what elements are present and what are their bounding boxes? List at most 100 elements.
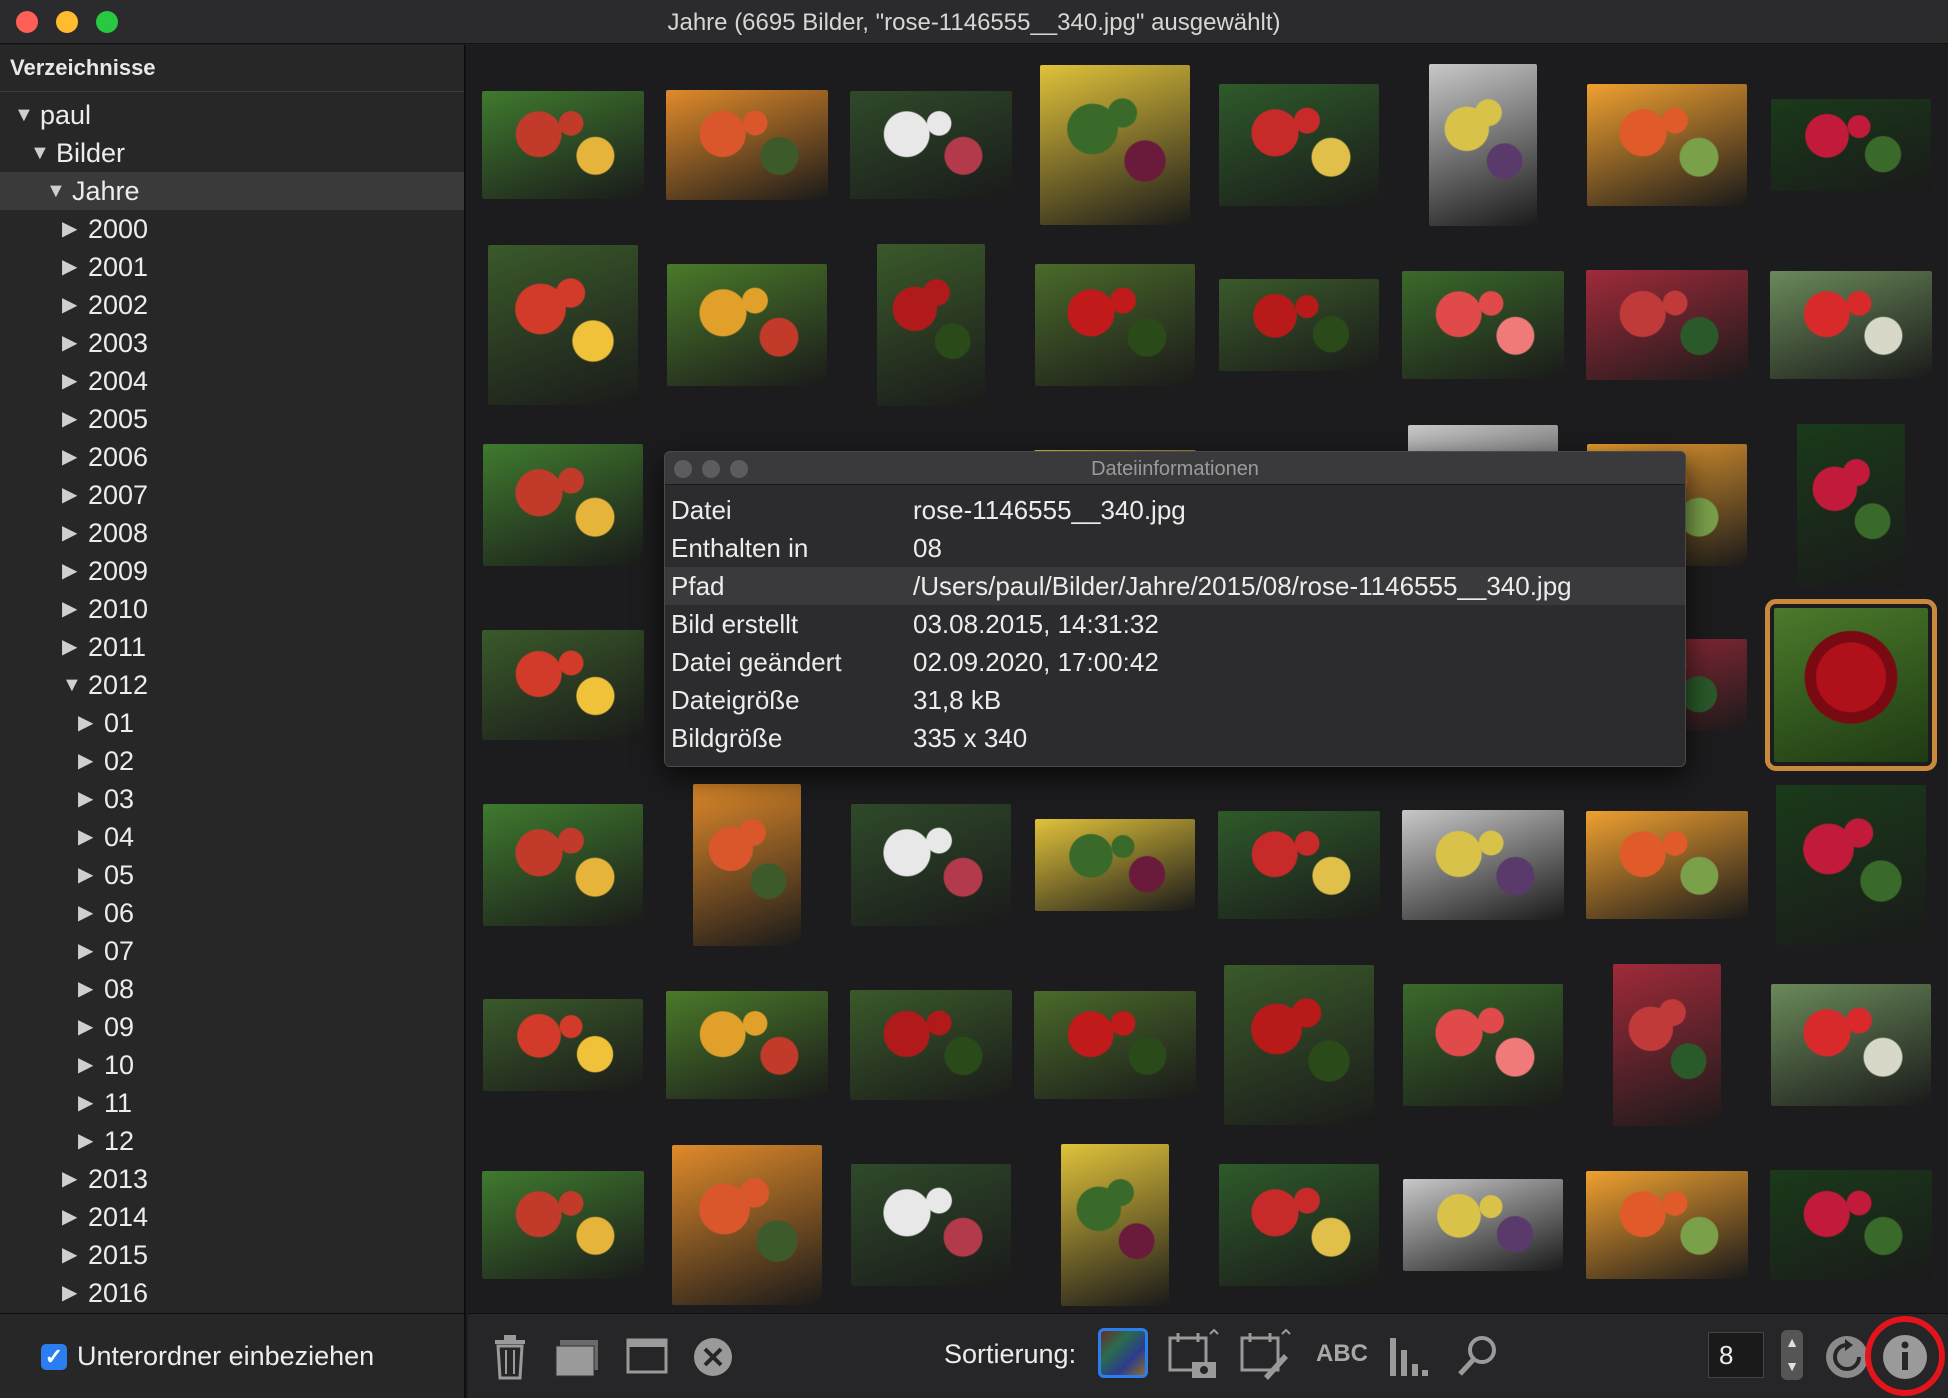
tree-item-2011[interactable]: ▶ 2011: [0, 628, 464, 666]
subfolder-checkbox[interactable]: ✓: [41, 1344, 67, 1370]
disclosure-expanded-icon[interactable]: ▼: [30, 134, 50, 172]
sort-color-icon[interactable]: [1098, 1328, 1148, 1378]
disclosure-collapsed-icon[interactable]: ▶: [62, 438, 82, 476]
photo-thumbnail[interactable]: [1771, 99, 1931, 191]
photo-thumbnail[interactable]: [1403, 984, 1563, 1106]
photo-thumbnail[interactable]: [1219, 1164, 1379, 1286]
tree-item-09[interactable]: ▶ 09: [0, 1008, 464, 1046]
photo-thumbnail[interactable]: [672, 1145, 822, 1305]
info-panel-titlebar[interactable]: Dateiinformationen: [665, 452, 1685, 485]
photo-thumbnail[interactable]: [1403, 1179, 1563, 1271]
disclosure-collapsed-icon[interactable]: ▶: [62, 590, 82, 628]
photo-thumbnail[interactable]: [1613, 964, 1721, 1126]
photo-thumbnail[interactable]: [1224, 965, 1374, 1125]
photo-thumbnail[interactable]: [1061, 1144, 1169, 1306]
tree-item-2007[interactable]: ▶ 2007: [0, 476, 464, 514]
photo-thumbnail[interactable]: [1219, 84, 1379, 206]
disclosure-expanded-icon[interactable]: ▼: [46, 172, 66, 210]
close-circle-icon[interactable]: [692, 1336, 734, 1378]
sort-date-modified-icon[interactable]: [1240, 1328, 1292, 1384]
photo-thumbnail[interactable]: [851, 804, 1011, 926]
tree-item-06[interactable]: ▶ 06: [0, 894, 464, 932]
photo-thumbnail[interactable]: [1586, 811, 1748, 919]
disclosure-collapsed-icon[interactable]: ▶: [62, 248, 82, 286]
columns-stepper[interactable]: ▲ ▼: [1781, 1330, 1803, 1380]
disclosure-collapsed-icon[interactable]: ▶: [62, 1274, 82, 1312]
tree-item-2000[interactable]: ▶ 2000: [0, 210, 464, 248]
tree-item-2003[interactable]: ▶ 2003: [0, 324, 464, 362]
disclosure-collapsed-icon[interactable]: ▶: [78, 970, 98, 1008]
tree-item-Bilder[interactable]: ▼ Bilder: [0, 134, 464, 172]
tree-item-paul[interactable]: ▼ paul: [0, 96, 464, 134]
tree-item-Jahre[interactable]: ▼ Jahre: [0, 172, 464, 210]
photo-thumbnail[interactable]: [667, 264, 827, 386]
window-icon[interactable]: [626, 1338, 668, 1374]
tree-item-2001[interactable]: ▶ 2001: [0, 248, 464, 286]
disclosure-collapsed-icon[interactable]: ▶: [78, 780, 98, 818]
tree-item-11[interactable]: ▶ 11: [0, 1084, 464, 1122]
photo-thumbnail[interactable]: [482, 91, 644, 199]
tree-item-07[interactable]: ▶ 07: [0, 932, 464, 970]
tree-item-04[interactable]: ▶ 04: [0, 818, 464, 856]
disclosure-collapsed-icon[interactable]: ▶: [78, 894, 98, 932]
disclosure-collapsed-icon[interactable]: ▶: [78, 742, 98, 780]
photo-thumbnail[interactable]: [483, 804, 643, 926]
photo-thumbnail[interactable]: [1429, 64, 1537, 226]
photo-thumbnail[interactable]: [1402, 810, 1564, 920]
tree-item-05[interactable]: ▶ 05: [0, 856, 464, 894]
disclosure-collapsed-icon[interactable]: ▶: [78, 1084, 98, 1122]
photo-thumbnail[interactable]: [1770, 271, 1932, 379]
disclosure-collapsed-icon[interactable]: ▶: [78, 1008, 98, 1046]
disclosure-collapsed-icon[interactable]: ▶: [78, 932, 98, 970]
disclosure-expanded-icon[interactable]: ▼: [14, 96, 34, 134]
tree-item-2004[interactable]: ▶ 2004: [0, 362, 464, 400]
disclosure-collapsed-icon[interactable]: ▶: [62, 210, 82, 248]
disclosure-collapsed-icon[interactable]: ▶: [62, 1198, 82, 1236]
photo-thumbnail[interactable]: [1586, 270, 1748, 380]
photo-thumbnail[interactable]: [693, 784, 801, 946]
photo-thumbnail[interactable]: [850, 91, 1012, 199]
photo-thumbnail[interactable]: [1776, 785, 1926, 945]
tree-item-2008[interactable]: ▶ 2008: [0, 514, 464, 552]
selected-photo-thumbnail[interactable]: [1765, 599, 1937, 771]
photo-thumbnail[interactable]: [1770, 1170, 1932, 1280]
disclosure-collapsed-icon[interactable]: ▶: [78, 856, 98, 894]
tree-item-2010[interactable]: ▶ 2010: [0, 590, 464, 628]
disclosure-collapsed-icon[interactable]: ▶: [62, 1236, 82, 1274]
tree-item-2009[interactable]: ▶ 2009: [0, 552, 464, 590]
subfolder-checkbox-label[interactable]: Unterordner einbeziehen: [77, 1341, 374, 1372]
photo-thumbnail[interactable]: [666, 991, 828, 1099]
disclosure-collapsed-icon[interactable]: ▶: [78, 704, 98, 742]
photo-thumbnail[interactable]: [1035, 819, 1195, 911]
tree-item-2013[interactable]: ▶ 2013: [0, 1160, 464, 1198]
disclosure-collapsed-icon[interactable]: ▶: [62, 400, 82, 438]
tree-item-02[interactable]: ▶ 02: [0, 742, 464, 780]
tree-item-2016[interactable]: ▶ 2016: [0, 1274, 464, 1312]
photo-thumbnail[interactable]: [850, 990, 1012, 1100]
photo-thumbnail[interactable]: [877, 244, 985, 406]
disclosure-expanded-icon[interactable]: ▼: [62, 666, 82, 704]
tree-item-08[interactable]: ▶ 08: [0, 970, 464, 1008]
photo-thumbnail[interactable]: [483, 444, 643, 566]
photo-thumbnail[interactable]: [851, 1164, 1011, 1286]
disclosure-collapsed-icon[interactable]: ▶: [78, 818, 98, 856]
disclosure-collapsed-icon[interactable]: ▶: [62, 552, 82, 590]
search-icon[interactable]: [1456, 1334, 1498, 1378]
photo-thumbnail[interactable]: [1771, 984, 1931, 1106]
photo-thumbnail[interactable]: [666, 90, 828, 200]
sort-date-taken-icon[interactable]: [1168, 1328, 1220, 1384]
tree-item-2015[interactable]: ▶ 2015: [0, 1236, 464, 1274]
photo-thumbnail[interactable]: [1218, 811, 1380, 919]
disclosure-collapsed-icon[interactable]: ▶: [62, 286, 82, 324]
photo-thumbnail[interactable]: [1040, 65, 1190, 225]
disclosure-collapsed-icon[interactable]: ▶: [62, 324, 82, 362]
tree-item-03[interactable]: ▶ 03: [0, 780, 464, 818]
tree-item-12[interactable]: ▶ 12: [0, 1122, 464, 1160]
photo-thumbnail[interactable]: [1034, 991, 1196, 1099]
disclosure-collapsed-icon[interactable]: ▶: [62, 1160, 82, 1198]
photo-thumbnail[interactable]: [1402, 271, 1564, 379]
photo-thumbnail[interactable]: [488, 245, 638, 405]
columns-field[interactable]: 8: [1708, 1332, 1764, 1378]
tree-item-2005[interactable]: ▶ 2005: [0, 400, 464, 438]
folder-icon[interactable]: [554, 1338, 600, 1378]
